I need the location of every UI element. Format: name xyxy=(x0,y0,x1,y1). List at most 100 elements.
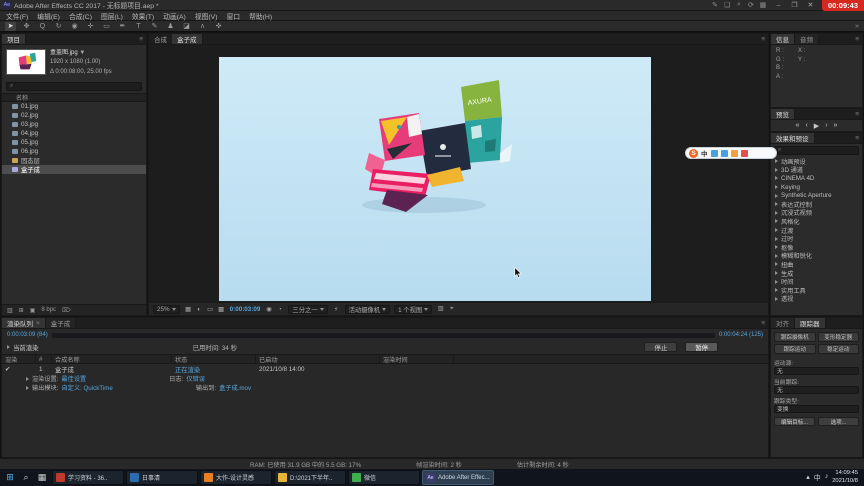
project-bit-depth[interactable]: 8 bpc xyxy=(41,307,56,313)
type-tool[interactable]: T xyxy=(133,22,144,31)
resolution-dropdown[interactable]: 三分之一 xyxy=(288,304,328,314)
interpret-footage-icon[interactable]: ▥ xyxy=(7,307,13,314)
panel-menu-icon[interactable]: ≡ xyxy=(758,34,768,44)
tab-render-queue[interactable]: 渲染队列 × xyxy=(2,318,46,328)
setting-value-2[interactable]: 盒子成.mov xyxy=(219,383,251,392)
start-button[interactable]: ⊞ xyxy=(2,470,18,485)
next-frame-button[interactable]: › xyxy=(825,122,827,130)
region-of-interest-icon[interactable]: ▭ xyxy=(206,306,215,313)
brush-tool[interactable]: ✎ xyxy=(149,22,160,31)
effects-category-row[interactable]: 时间 xyxy=(771,277,862,286)
expand-caret-icon[interactable] xyxy=(775,253,778,258)
panel-menu-icon[interactable]: ≡ xyxy=(852,133,862,143)
effects-category-row[interactable]: 过渡 xyxy=(771,226,862,234)
effects-category-row[interactable]: Keying xyxy=(771,183,862,192)
toolbar-overflow-icon[interactable]: » xyxy=(855,23,859,30)
setting-value[interactable]: 最佳设置 xyxy=(61,374,86,383)
tab-tracker[interactable]: 跟踪器 xyxy=(795,318,826,328)
pixel-aspect-icon[interactable]: ⌖ xyxy=(447,305,456,313)
effects-category-row[interactable]: 扭曲 xyxy=(771,260,862,269)
column-header[interactable]: # xyxy=(36,355,52,363)
selection-tool[interactable]: ➤ xyxy=(5,21,16,31)
tab-align[interactable]: 对齐 xyxy=(771,318,795,328)
transparency-grid-icon[interactable]: ▩ xyxy=(217,306,226,313)
tab-info[interactable]: 信息 xyxy=(771,34,795,44)
ime-icon[interactable]: 中 xyxy=(814,473,821,483)
rotate-tool[interactable]: ↻ xyxy=(53,22,64,31)
expand-caret-icon[interactable] xyxy=(775,236,778,241)
delete-icon[interactable]: ⌦ xyxy=(62,307,70,314)
first-frame-button[interactable]: « xyxy=(796,122,800,130)
taskbar-app-button[interactable]: 微信 xyxy=(348,470,420,485)
layout-icon[interactable]: ▦ xyxy=(757,1,769,9)
menu-item[interactable]: 窗口 xyxy=(226,11,240,21)
project-name-column-header[interactable]: 名称 xyxy=(2,92,146,102)
tab-timeline-boxcomp[interactable]: 盒子成 xyxy=(45,318,77,328)
composition-canvas[interactable]: AXURA xyxy=(219,57,651,301)
emoji-icon[interactable] xyxy=(730,149,738,157)
effects-category-row[interactable]: 动画预设 xyxy=(771,157,862,166)
tracker-footer-button[interactable]: 编辑目标... xyxy=(774,417,815,426)
taskbar-app-button[interactable]: 学习资料 - 36.. xyxy=(52,470,124,485)
project-item-row[interactable]: 06.jpg xyxy=(2,147,146,156)
effects-category-row[interactable]: 3D 通道 xyxy=(771,166,862,174)
field-value-dropdown[interactable]: 无 xyxy=(774,367,859,375)
puppet-pin-tool[interactable]: ✜ xyxy=(213,22,224,31)
panel-menu-icon[interactable]: ≡ xyxy=(136,34,146,44)
column-header[interactable]: 渲染 xyxy=(2,354,36,364)
tab-project[interactable]: 项目 xyxy=(2,34,26,44)
tab-audio[interactable]: 音频 xyxy=(795,34,819,44)
taskbar-app-button[interactable]: D:\2021下半年.. xyxy=(274,470,346,485)
task-view-icon[interactable]: ▦ xyxy=(34,470,50,485)
snapshot-icon[interactable]: ◉ xyxy=(264,306,273,313)
tracker-footer-button[interactable]: 选项... xyxy=(818,417,859,426)
close-button[interactable]: ✕ xyxy=(804,0,817,11)
taskbar-app-button[interactable]: Ae Adobe After Effec... xyxy=(422,470,494,485)
expand-caret-icon[interactable] xyxy=(775,262,778,267)
project-item-row[interactable]: 02.jpg xyxy=(2,111,146,120)
footage-menu-icon[interactable]: ▼ xyxy=(79,50,85,56)
effects-category-row[interactable]: Synthetic Aperture xyxy=(771,191,862,200)
expand-caret-icon[interactable] xyxy=(775,185,778,190)
new-folder-icon[interactable]: ⊞ xyxy=(19,307,24,314)
play-button[interactable]: ▶ xyxy=(814,122,819,130)
shape-tool[interactable]: ▭ xyxy=(101,22,112,31)
view-layout-icon[interactable]: ▥ xyxy=(436,305,445,313)
field-value-dropdown[interactable]: 无 xyxy=(774,386,859,394)
panel-menu-icon[interactable]: ≡ xyxy=(852,109,862,119)
tab-effects-presets[interactable]: 效果和预设 xyxy=(771,133,815,143)
active-camera-dropdown[interactable]: 活动摄像机 xyxy=(344,304,391,314)
minimize-button[interactable]: – xyxy=(772,0,785,11)
column-header[interactable]: 已启动 xyxy=(256,354,380,364)
column-header[interactable]: 渲染时间 xyxy=(380,354,454,364)
effects-category-row[interactable]: 生成 xyxy=(771,269,862,277)
hand-tool[interactable]: ✥ xyxy=(21,22,32,31)
project-item-row[interactable]: 04.jpg xyxy=(2,129,146,138)
column-header[interactable]: 状态 xyxy=(172,354,256,364)
effects-category-row[interactable]: CINEMA 4D xyxy=(771,174,862,183)
clone-stamp-tool[interactable]: ♟ xyxy=(165,22,176,31)
effects-category-row[interactable]: 实用工具 xyxy=(771,286,862,295)
tab-preview[interactable]: 预览 xyxy=(771,109,795,119)
menu-item[interactable]: 视图(V) xyxy=(195,11,218,21)
expand-caret-icon[interactable] xyxy=(775,245,778,250)
menu-item[interactable]: 图层(L) xyxy=(101,11,123,21)
view-count-dropdown[interactable]: 1 个视图 xyxy=(394,304,433,314)
effects-category-row[interactable]: 沉浸式视频 xyxy=(771,209,862,217)
tab-composition-boxcomp[interactable]: 盒子成 xyxy=(172,34,203,44)
render-queue-item-row[interactable]: ✔ 1 盒子成 正在渲染 2021/10/8 14:00 xyxy=(2,364,768,374)
tracker-action-button[interactable]: 稳定运动 xyxy=(817,344,859,354)
pan-behind-tool[interactable]: ✛ xyxy=(85,22,96,31)
fast-preview-icon[interactable]: ⚡ xyxy=(332,306,341,313)
expand-caret-icon[interactable] xyxy=(775,228,778,233)
menu-item[interactable]: 编辑(E) xyxy=(37,11,60,21)
current-time-display[interactable]: 0:00:03:09 xyxy=(230,306,261,313)
menu-item[interactable]: 帮助(H) xyxy=(249,11,272,21)
expand-caret-icon[interactable] xyxy=(775,193,778,198)
expand-caret-icon[interactable] xyxy=(775,296,778,301)
menu-item[interactable]: 合成(C) xyxy=(69,11,92,21)
pen-tool[interactable]: ✒ xyxy=(117,22,128,31)
volume-icon[interactable]: ♪ xyxy=(825,473,829,483)
effects-category-row[interactable]: 模糊和锐化 xyxy=(771,252,862,260)
tray-expand-icon[interactable]: ▴ xyxy=(806,473,810,483)
